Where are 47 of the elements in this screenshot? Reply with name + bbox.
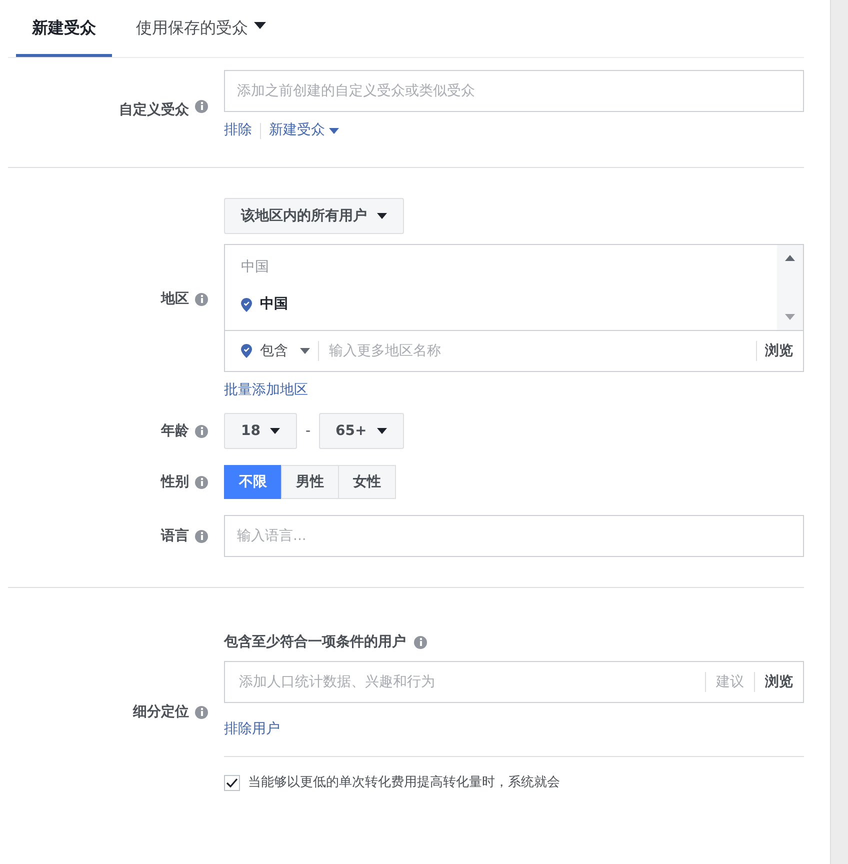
scroll-down-icon[interactable] bbox=[785, 314, 795, 320]
tab[interactable]: 使用保存的受众 bbox=[120, 0, 282, 57]
checkbox[interactable] bbox=[224, 774, 240, 791]
language-field[interactable]: 输入语言... bbox=[224, 515, 804, 557]
caret-icon bbox=[300, 348, 310, 354]
field-label: 语言 bbox=[161, 526, 189, 546]
browse-button[interactable]: 浏览 bbox=[765, 340, 803, 362]
gender-option[interactable]: 男性 bbox=[281, 465, 339, 499]
info-icon[interactable] bbox=[195, 424, 208, 438]
field-label: 性别 bbox=[161, 472, 189, 492]
map-pin-icon bbox=[241, 344, 252, 358]
info-icon[interactable] bbox=[414, 636, 427, 649]
targeting-field[interactable]: 添加人口统计数据、兴趣和行为 bbox=[237, 670, 695, 694]
scrollbar[interactable] bbox=[830, 0, 848, 864]
link[interactable]: 新建受众 bbox=[269, 120, 339, 141]
scroll-up-icon[interactable] bbox=[785, 255, 795, 261]
targeting-box[interactable]: 添加人口统计数据、兴趣和行为 建议 浏览 bbox=[224, 661, 804, 703]
field-label: 年龄 bbox=[161, 422, 189, 440]
section-heading: 包含至少符合一项条件的用户 bbox=[224, 632, 406, 652]
group-header: 中国 bbox=[241, 258, 270, 277]
mode-dropdown[interactable]: 包含 bbox=[260, 340, 310, 362]
link[interactable]: 排除 bbox=[224, 120, 252, 141]
field-label: 地区 bbox=[161, 290, 189, 309]
field-label: 自定义受众 bbox=[119, 100, 189, 120]
age-dropdown[interactable]: 65+ bbox=[318, 413, 404, 449]
caret-icon bbox=[376, 428, 387, 434]
info-icon[interactable] bbox=[195, 706, 208, 719]
age-dropdown[interactable]: 18 bbox=[224, 413, 298, 449]
info-icon[interactable] bbox=[195, 476, 208, 488]
field-label: 细分定位 bbox=[133, 702, 189, 722]
gender-option[interactable]: 不限 bbox=[224, 465, 282, 499]
caret-icon bbox=[377, 213, 387, 219]
location-item[interactable]: 中国 bbox=[260, 294, 288, 315]
info-icon[interactable] bbox=[195, 293, 208, 306]
map-pin-icon bbox=[241, 298, 252, 312]
dropdown-button[interactable]: 该地区内的所有用户 bbox=[224, 198, 404, 234]
info-icon[interactable] bbox=[195, 100, 208, 113]
checkbox-label: 当能够以更低的单次转化费用提高转化量时，系统就会 bbox=[248, 774, 560, 792]
link[interactable]: 排除用户 bbox=[224, 719, 280, 740]
gender-option[interactable]: 女性 bbox=[338, 465, 396, 499]
browse-button[interactable]: 浏览 bbox=[765, 672, 793, 692]
tab[interactable]: 新建受众 bbox=[16, 0, 112, 57]
link[interactable]: 批量添加地区 bbox=[224, 380, 308, 401]
caret-icon bbox=[270, 428, 280, 434]
info-icon[interactable] bbox=[195, 530, 208, 542]
audience-field[interactable]: 添加之前创建的自定义受众或类似受众 bbox=[224, 70, 804, 112]
separator: - bbox=[305, 422, 311, 440]
